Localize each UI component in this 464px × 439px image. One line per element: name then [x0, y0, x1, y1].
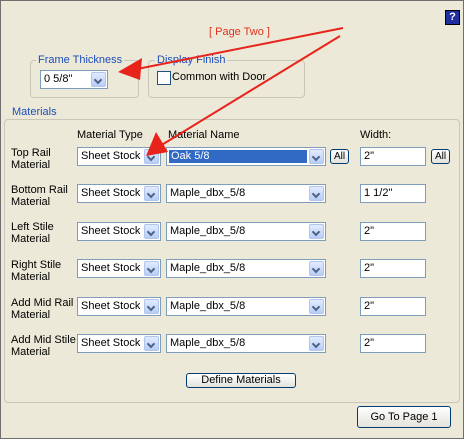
annotation-arrow-line	[131, 27, 344, 71]
annotation-arrow-line	[159, 35, 341, 147]
annotation-arrows	[118, 27, 344, 156]
annotation-arrowhead	[118, 58, 142, 80]
